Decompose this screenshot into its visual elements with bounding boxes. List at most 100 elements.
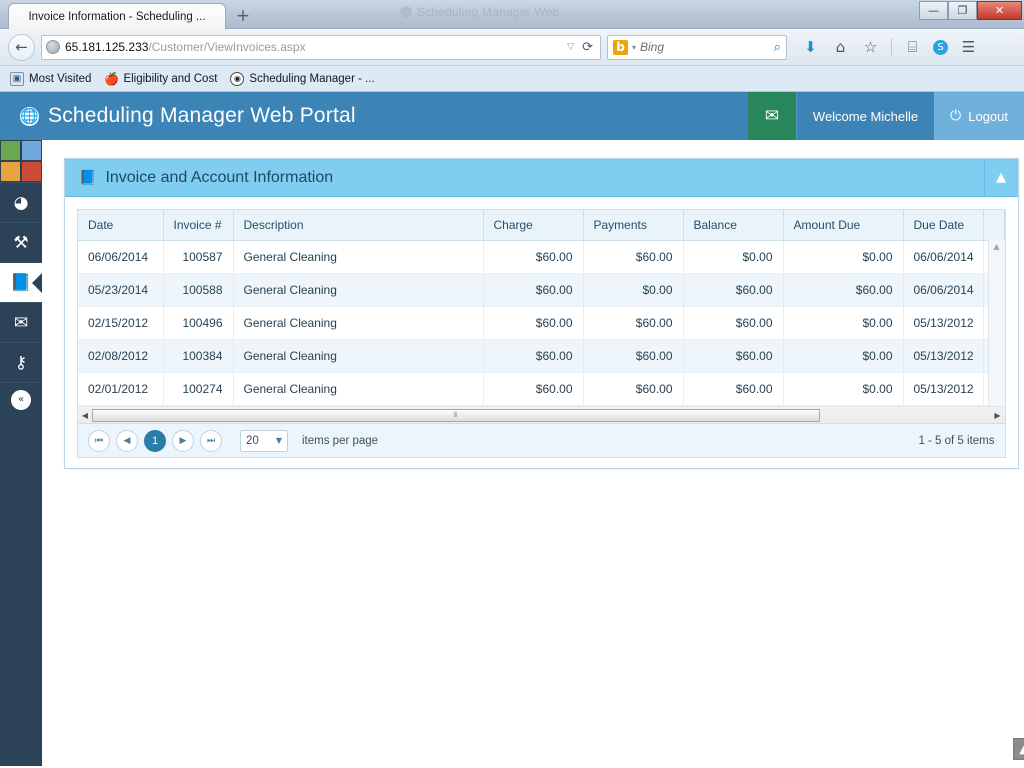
sidebar-item-dashboard[interactable]: ◕ [0, 182, 42, 222]
table-row[interactable]: 02/08/2012 100384 General Cleaning $60.0… [78, 339, 1005, 373]
cell-amount-due: $0.00 [783, 306, 904, 340]
column-header-spacer [983, 210, 1005, 241]
hscroll-thumb[interactable]: ⦀ [92, 408, 820, 422]
app-title: 🌐 Scheduling Manager Web Portal [0, 92, 748, 140]
panel-collapse-button[interactable]: ▲ [983, 158, 1018, 197]
address-bar-url: 65.181.125.233/Customer/ViewInvoices.asp… [65, 40, 306, 54]
site-globe-icon [46, 40, 60, 54]
skype-icon[interactable]: S [933, 39, 948, 55]
page-size-value: 20 [246, 434, 259, 447]
bookmark-label: Scheduling Manager - ... [249, 72, 375, 85]
scroll-right-icon[interactable]: ▶ [991, 411, 1005, 420]
bookmark-label: Eligibility and Cost [123, 72, 218, 85]
sidebar: ◕ ⚒ 📘 ✉ ⚷ « [0, 140, 42, 766]
sidebar-item-security[interactable]: ⚷ [0, 342, 42, 382]
browser-tab[interactable]: Invoice Information - Scheduling ... [8, 3, 226, 29]
most-visited-icon: ▣ [10, 71, 24, 86]
column-header-date[interactable]: Date [78, 210, 164, 241]
table-header: Date Invoice # Description Charge Paymen… [78, 210, 1005, 241]
column-header-balance[interactable]: Balance [683, 210, 784, 241]
scroll-left-icon[interactable]: ◀ [78, 411, 92, 420]
scroll-up-icon[interactable]: ▲ [993, 242, 999, 251]
app-logo[interactable] [0, 140, 42, 182]
previous-page-button[interactable]: ◀ [116, 429, 138, 452]
cell-balance: $0.00 [683, 240, 784, 274]
cell-payments: $0.00 [583, 273, 684, 307]
reload-icon[interactable]: ⟳ [582, 40, 596, 55]
back-icon[interactable]: ← [8, 33, 35, 61]
search-icon[interactable]: ⌕ [774, 40, 781, 55]
close-button[interactable]: ✕ [977, 1, 1022, 20]
downloads-icon[interactable]: ⬇ [801, 38, 820, 57]
home-icon[interactable]: ⌂ [831, 38, 850, 57]
cell-due-date: 06/06/2014 [903, 240, 984, 274]
globe-icon: 🌐 [20, 106, 39, 126]
column-header-invoice[interactable]: Invoice # [163, 210, 234, 241]
background-window-icon [400, 6, 412, 18]
sidebar-item-invoices[interactable]: 📘 [0, 262, 42, 302]
grid-horizontal-scrollbar[interactable]: ◀ ⦀ ▶ [78, 406, 1005, 423]
search-input[interactable]: Bing [640, 40, 770, 54]
key-icon: ⚷ [14, 352, 28, 373]
panel-body: Date Invoice # Description Charge Paymen… [65, 197, 1018, 468]
hammer-icon: ⚒ [13, 232, 29, 253]
table-row[interactable]: 05/23/2014 100588 General Cleaning $60.0… [78, 273, 1005, 307]
cell-due-date: 05/13/2012 [903, 372, 984, 406]
column-header-amount-due[interactable]: Amount Due [783, 210, 904, 241]
browser-tab-label: Invoice Information - Scheduling ... [28, 10, 206, 23]
reading-list-icon[interactable]: ⌸ [903, 38, 922, 57]
sidebar-item-messages[interactable]: ✉ [0, 302, 42, 342]
main-content: 📘 Invoice and Account Information ▲ Date… [42, 140, 1024, 766]
search-bar[interactable]: b ▾ Bing ⌕ [607, 34, 787, 60]
cell-description: General Cleaning [233, 339, 484, 373]
address-bar[interactable]: 65.181.125.233/Customer/ViewInvoices.asp… [41, 34, 601, 60]
cell-date: 02/08/2012 [78, 339, 164, 373]
cell-amount-due: $0.00 [783, 240, 904, 274]
hscroll-track[interactable]: ⦀ [92, 408, 991, 423]
last-page-button[interactable]: ⏭ [200, 429, 222, 452]
logo-square-red [21, 161, 42, 182]
app-body: ◕ ⚒ 📘 ✉ ⚷ « 📘 Invoice and Account Inform… [0, 140, 1024, 766]
bookmark-star-icon[interactable]: ☆ [861, 38, 880, 57]
maximize-button[interactable]: ❐ [948, 1, 977, 20]
bookmark-most-visited[interactable]: ▣ Most Visited [10, 71, 91, 86]
double-chevron-up-icon: ▲ [1019, 742, 1024, 756]
grid-pager: ⏮ ◀ 1 ▶ ⏭ 20 ▼ items per page 1 - 5 of 5… [77, 424, 1006, 458]
table-header-row: Date Invoice # Description Charge Paymen… [78, 210, 1005, 241]
scroll-to-top-button[interactable]: ▲ [1012, 738, 1024, 760]
first-page-button[interactable]: ⏮ [88, 429, 110, 452]
browser-titlebar: Scheduling Manager Web ... Invoice Infor… [0, 0, 1024, 29]
chevron-down-icon[interactable]: ▾ [632, 43, 636, 52]
chevron-down-icon[interactable]: ▽ [564, 42, 577, 52]
bookmark-eligibility-and-cost[interactable]: 🍎 Eligibility and Cost [104, 72, 217, 86]
column-header-due-date[interactable]: Due Date [903, 210, 984, 241]
next-page-button[interactable]: ▶ [172, 429, 194, 452]
column-header-payments[interactable]: Payments [583, 210, 684, 241]
page-size-select[interactable]: 20 ▼ [240, 429, 288, 452]
column-header-description[interactable]: Description [233, 210, 484, 241]
cell-invoice: 100496 [163, 306, 234, 340]
invoice-panel: 📘 Invoice and Account Information ▲ Date… [64, 158, 1019, 469]
pager-range-text: 1 - 5 of 5 items [918, 434, 995, 447]
logout-label: Logout [968, 108, 1008, 124]
minimize-button[interactable]: — [919, 1, 948, 20]
invoice-table: Date Invoice # Description Charge Paymen… [78, 210, 1005, 406]
scheduling-manager-icon: ◉ [230, 71, 245, 86]
grid-vertical-scrollbar[interactable]: ▲ ▼ [987, 240, 1005, 423]
menu-icon[interactable]: ☰ [959, 38, 978, 57]
browser-toolbar-icons: ⬇ ⌂ ☆ ⌸ S ☰ [801, 38, 978, 57]
table-row[interactable]: 02/15/2012 100496 General Cleaning $60.0… [78, 306, 1005, 340]
welcome-label: Welcome Michelle [795, 92, 934, 140]
messages-button[interactable]: ✉ [747, 92, 796, 140]
column-header-charge[interactable]: Charge [483, 210, 584, 241]
sidebar-collapse-button[interactable]: « [0, 382, 42, 416]
table-row[interactable]: 02/01/2012 100274 General Cleaning $60.0… [78, 372, 1005, 406]
logout-button[interactable]: ⏻ Logout [934, 92, 1024, 140]
new-tab-button[interactable]: + [232, 6, 254, 27]
page-button-1[interactable]: 1 [144, 429, 166, 452]
cell-charge: $60.00 [483, 273, 584, 307]
envelope-icon: ✉ [13, 312, 29, 333]
bookmark-scheduling-manager[interactable]: ◉ Scheduling Manager - ... [230, 71, 375, 86]
table-row[interactable]: 06/06/2014 100587 General Cleaning $60.0… [78, 240, 1005, 274]
sidebar-item-tools[interactable]: ⚒ [0, 222, 42, 262]
